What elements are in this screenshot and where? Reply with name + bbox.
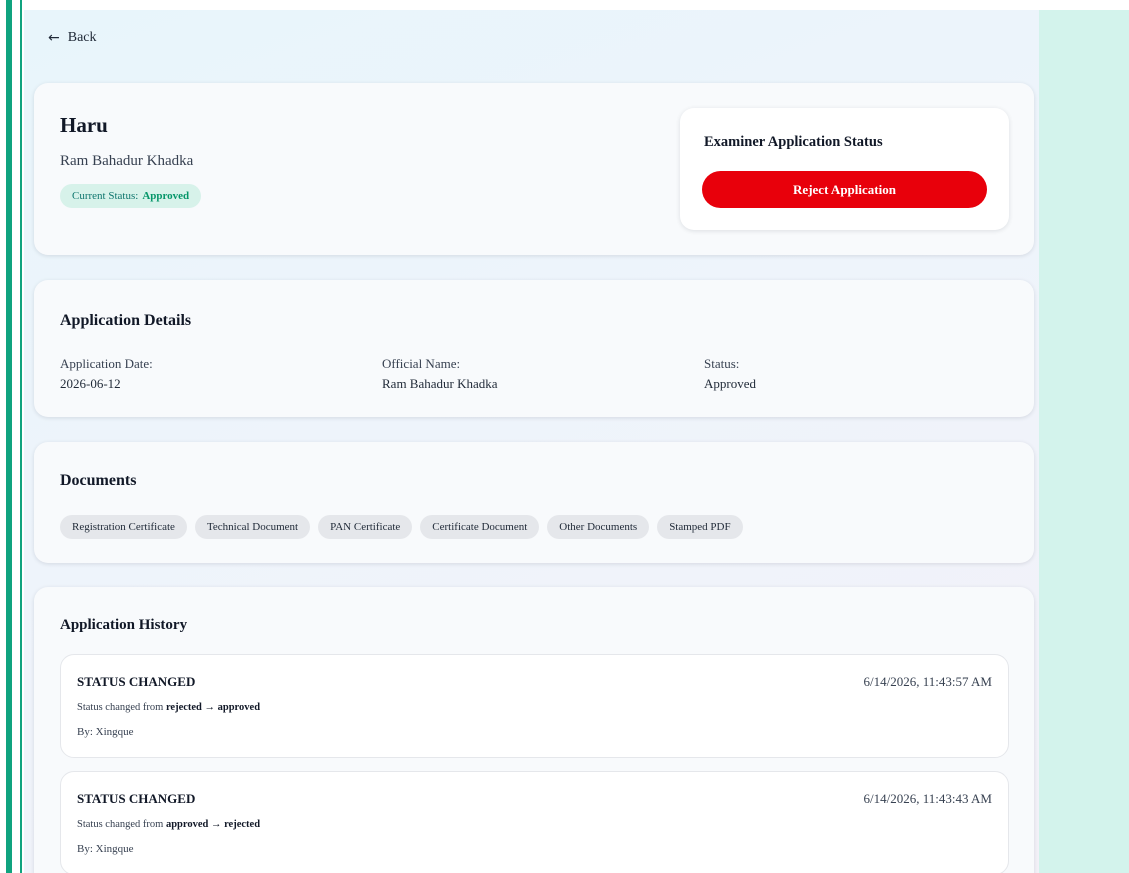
reject-application-button[interactable]: Reject Application	[702, 171, 987, 208]
examiner-status-panel: Examiner Application Status Reject Appli…	[680, 108, 1009, 230]
detail-value: Approved	[704, 376, 756, 391]
application-history-title: Application History	[60, 617, 188, 633]
main-content: ← Back Haru Ram Bahadur Khadka Current S…	[24, 10, 1039, 873]
detail-value: Ram Bahadur Khadka	[382, 376, 498, 391]
history-description-prefix: Status changed from	[77, 702, 164, 713]
status-badge: Current Status: Approved	[60, 184, 202, 208]
application-history-card: Application History STATUS CHANGED 6/14/…	[34, 587, 1034, 873]
detail-label: Status:	[704, 356, 740, 371]
history-author: By: Xingque	[77, 843, 134, 855]
applicant-header-card: Haru Ram Bahadur Khadka Current Status: …	[34, 83, 1034, 255]
page-title: Haru	[60, 113, 108, 137]
application-details-card: Application Details Application Date: 20…	[34, 280, 1034, 417]
history-author: By: Xingque	[77, 726, 134, 738]
document-chip-list: Registration Certificate Technical Docum…	[60, 515, 743, 539]
history-action: STATUS CHANGED	[77, 791, 196, 806]
history-description-prefix: Status changed from	[77, 819, 164, 830]
documents-title: Documents	[60, 472, 137, 489]
document-chip-stamped-pdf[interactable]: Stamped PDF	[657, 515, 743, 539]
documents-card: Documents Registration Certificate Techn…	[34, 442, 1034, 563]
history-entry: STATUS CHANGED 6/14/2026, 11:43:43 AM St…	[60, 771, 1009, 873]
status-badge-value: Approved	[142, 190, 190, 202]
back-label: Back	[67, 30, 97, 45]
detail-application-date: Application Date: 2026-06-12	[60, 354, 153, 394]
right-side-panel	[1039, 10, 1129, 873]
history-timestamp: 6/14/2026, 11:43:57 AM	[863, 674, 992, 689]
document-chip-other-documents[interactable]: Other Documents	[547, 515, 650, 539]
document-chip-certificate-document[interactable]: Certificate Document	[420, 515, 540, 539]
back-button[interactable]: ← Back	[48, 30, 97, 46]
detail-official-name: Official Name: Ram Bahadur Khadka	[382, 354, 498, 394]
history-timestamp: 6/14/2026, 11:43:43 AM	[863, 791, 992, 806]
application-details-title: Application Details	[60, 312, 192, 329]
history-status-change: approved → rejected	[165, 819, 261, 830]
document-chip-technical-document[interactable]: Technical Document	[194, 515, 311, 539]
history-description: Status changed from rejected → approved	[77, 702, 260, 713]
detail-value: 2026-06-12	[60, 376, 121, 391]
history-description: Status changed from approved → rejected	[77, 819, 260, 830]
detail-label: Application Date:	[60, 356, 153, 371]
detail-label: Official Name:	[382, 356, 461, 371]
document-chip-registration-certificate[interactable]: Registration Certificate	[60, 515, 187, 539]
history-action: STATUS CHANGED	[77, 674, 196, 689]
history-entry: STATUS CHANGED 6/14/2026, 11:43:57 AM St…	[60, 654, 1009, 758]
arrow-left-icon: ←	[48, 30, 60, 46]
history-status-change: rejected → approved	[165, 702, 261, 713]
document-chip-pan-certificate[interactable]: PAN Certificate	[318, 515, 413, 539]
left-accent-line	[20, 0, 22, 873]
status-badge-label: Current Status:	[72, 190, 139, 202]
detail-status: Status: Approved	[704, 354, 756, 394]
examiner-status-title: Examiner Application Status	[704, 134, 883, 150]
left-accent-bar	[6, 0, 12, 873]
applicant-name: Ram Bahadur Khadka	[60, 153, 194, 169]
